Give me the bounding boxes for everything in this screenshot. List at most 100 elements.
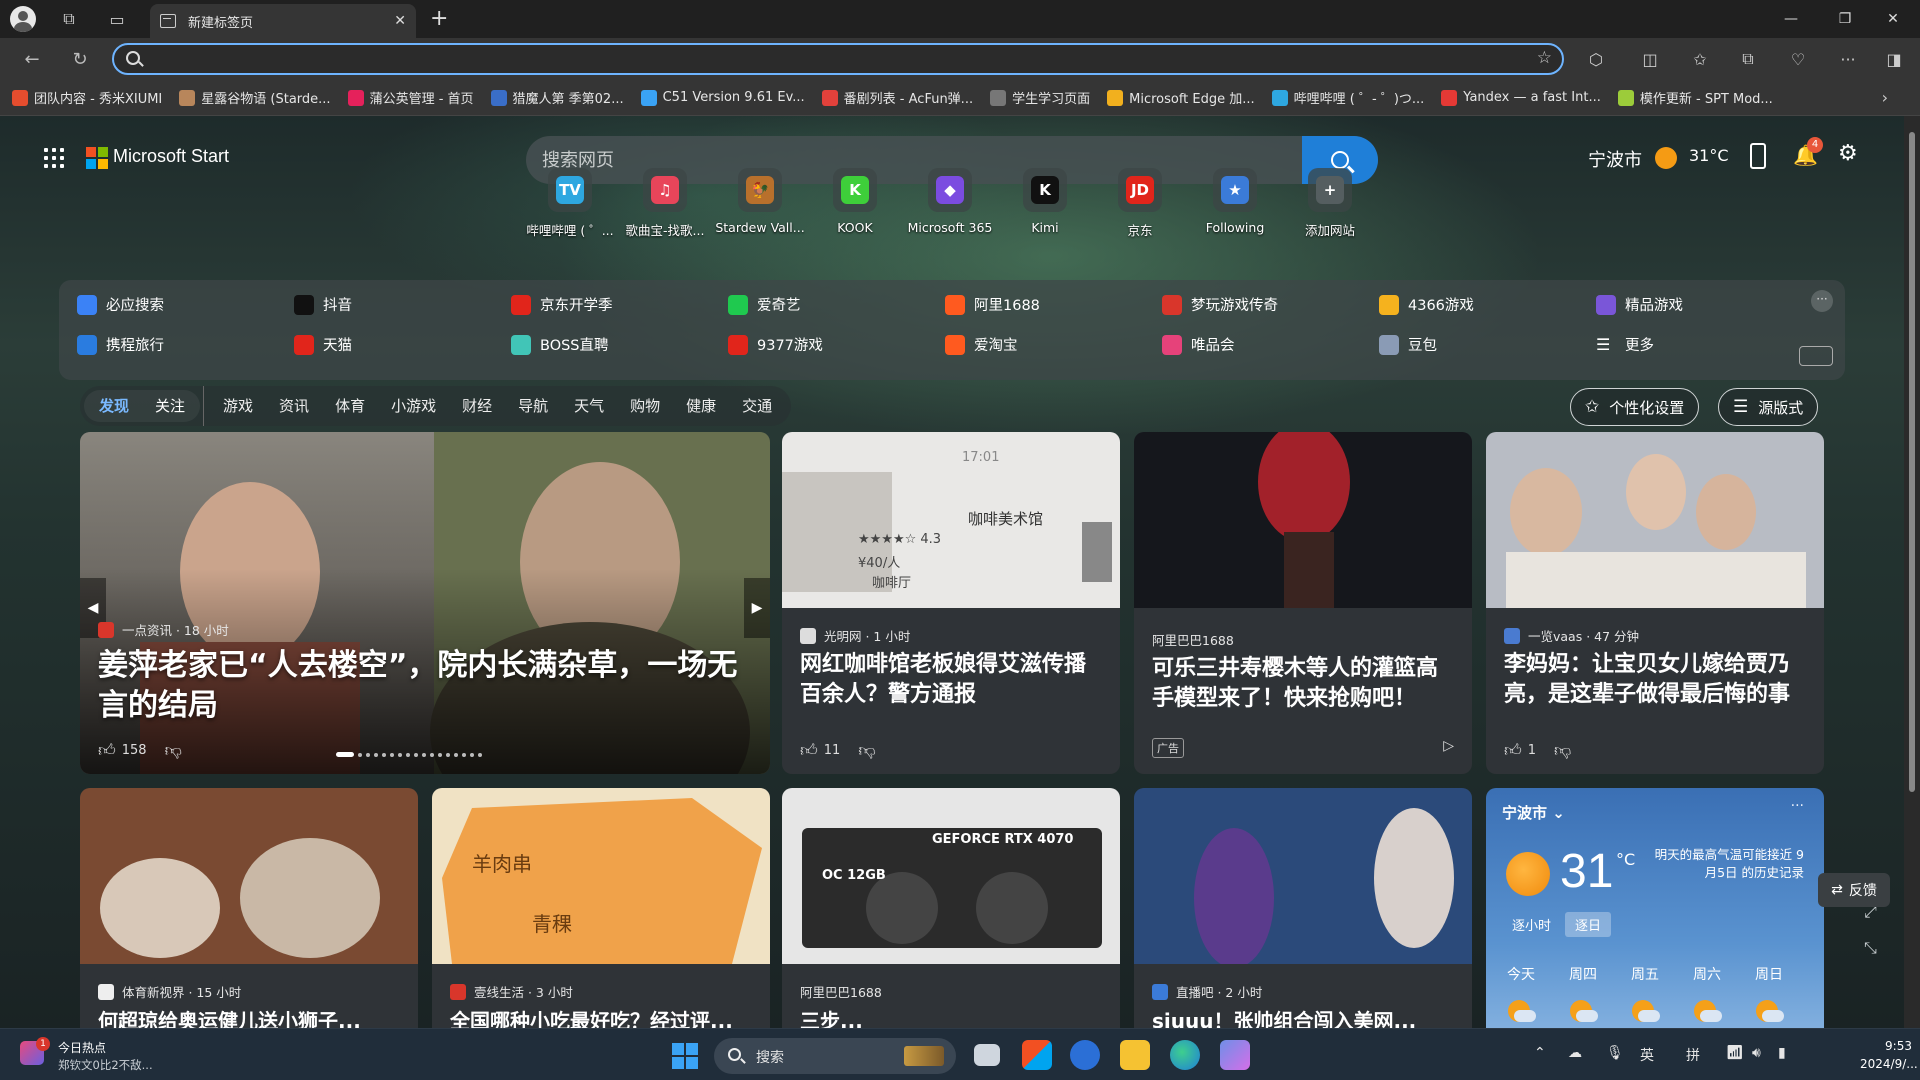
start-windows-icon[interactable] [672, 1043, 698, 1069]
split-screen-icon[interactable]: ◫ [1638, 47, 1662, 71]
tab-actions-icon[interactable]: ▭ [98, 0, 136, 38]
header-city[interactable]: 宁波市 [1588, 146, 1642, 172]
news-widget[interactable]: 1 今日热点 郑钦文0比2不敌... [20, 1037, 220, 1075]
feed-tab[interactable]: 资讯 [266, 386, 322, 426]
thumbs-up-icon[interactable]: 👍︎ [800, 740, 818, 761]
link-panel-item[interactable]: 9377游戏 [728, 334, 823, 355]
link-panel-item[interactable]: 京东开学季 [511, 294, 613, 315]
edge-browser-icon[interactable] [1170, 1040, 1200, 1070]
quick-link-tile[interactable]: 🐓 Stardew Vall... [712, 168, 808, 235]
task-view-icon[interactable] [974, 1044, 1000, 1066]
expand-icon[interactable]: ⤡ [1864, 938, 1877, 958]
feed-tab[interactable]: 天气 [561, 386, 617, 426]
news-card[interactable]: 17:01 咖啡美术馆 ★★★★☆ 4.3 ¥40/人 咖啡厅 光明网 · 1 … [782, 432, 1120, 774]
workspaces-icon[interactable]: ⧉ [50, 0, 88, 38]
profile-avatar-icon[interactable] [10, 6, 36, 32]
layout-button[interactable]: ☰ 源版式 [1718, 388, 1819, 426]
collections-icon[interactable]: ⧉ [1736, 47, 1760, 71]
card-title[interactable]: 网红咖啡馆老板娘得艾滋传播百余人？警方通报 [800, 650, 1102, 710]
personalize-button[interactable]: ✩ 个性化设置 [1570, 388, 1700, 426]
feed-tab[interactable]: 财经 [449, 386, 505, 426]
scrollbar-thumb[interactable] [1909, 132, 1915, 792]
favorite-link[interactable]: 蒲公英管理 - 首页 [347, 88, 474, 107]
favorite-link[interactable]: 哔哩哔哩 ( ゜- ゜)つ... [1271, 88, 1424, 107]
page-scrollbar[interactable] [1904, 116, 1920, 1028]
forecast-day-label[interactable]: 周五 [1618, 964, 1672, 984]
brand-title[interactable]: Microsoft Start [113, 146, 229, 167]
thumbs-down-icon[interactable]: 👎︎ [165, 740, 182, 761]
hero-news-card[interactable]: ◀ ▶ 一点资讯 · 18 小时 姜萍老家已“人去楼空”，院内长满杂草，一场无言… [80, 432, 770, 774]
card-title[interactable]: siuuu！张帅组合闯入美网... [1152, 1006, 1454, 1028]
microsoft-store-icon[interactable] [1022, 1040, 1052, 1070]
news-card[interactable]: 羊肉串 青稞 壹线生活 · 3 小时 全国哪种小吃最好吃？经过评... [432, 788, 770, 1028]
card-title[interactable]: 全国哪种小吃最好吃？经过评... [450, 1006, 752, 1028]
extensions-icon[interactable]: ⬡ [1584, 47, 1608, 71]
back-arrow-icon[interactable]: ← [16, 44, 48, 74]
header-temperature[interactable]: 31°C [1689, 146, 1729, 165]
play-icon[interactable]: ▷ [1443, 738, 1454, 754]
feed-tab[interactable]: 小游戏 [378, 386, 449, 426]
volume-icon[interactable]: 🔊︎ [1752, 1045, 1761, 1061]
link-panel-item[interactable]: 抖音 [294, 294, 352, 315]
quick-link-tile[interactable]: + 添加网站 [1282, 168, 1378, 239]
quick-link-tile[interactable]: ◆ Microsoft 365 [902, 168, 998, 235]
link-panel-item[interactable]: 4366游戏 [1379, 294, 1474, 315]
link-panel-item[interactable]: 梦玩游戏传奇 [1162, 294, 1278, 315]
favorite-link[interactable]: 猎魔人第 季第02... [490, 88, 624, 107]
tab-daily[interactable]: 逐日 [1565, 912, 1612, 937]
file-explorer-icon[interactable] [1120, 1040, 1150, 1070]
link-panel-item[interactable]: 天猫 [294, 334, 352, 355]
close-window-icon[interactable]: ✕ [1866, 0, 1920, 38]
favorites-icon[interactable]: ✩ [1688, 47, 1712, 71]
favorite-link[interactable]: 模作更新 - SPT Mod... [1617, 88, 1773, 107]
minimize-icon[interactable]: — [1764, 0, 1818, 38]
feed-tab[interactable]: 导航 [505, 386, 561, 426]
link-panel-item[interactable]: 精品游戏 [1596, 294, 1683, 315]
refresh-icon[interactable]: ↻ [64, 44, 96, 74]
carousel-next-icon[interactable]: ▶ [744, 578, 770, 638]
card-title[interactable]: 李妈妈：让宝贝女儿嫁给贾乃亮，是这辈子做得最后悔的事 [1504, 650, 1806, 710]
quick-link-tile[interactable]: TV 哔哩哔哩 ( ゜... [522, 168, 618, 239]
link-panel-item[interactable]: 阿里1688 [945, 294, 1040, 315]
link-panel-item[interactable]: 必应搜索 [77, 294, 164, 315]
sunny-weather-icon[interactable] [1655, 147, 1677, 169]
close-tab-icon[interactable]: ✕ [394, 13, 406, 29]
thumbs-up-icon[interactable]: 👍︎ [98, 740, 116, 761]
taskbar-search[interactable]: 搜索 [714, 1038, 956, 1074]
forecast-day-label[interactable]: 周四 [1556, 964, 1610, 984]
quick-link-tile[interactable]: ★ Following [1187, 168, 1283, 235]
forecast-day-label[interactable]: 今天 [1494, 964, 1548, 984]
feed-tab[interactable]: 交通 [729, 386, 785, 426]
link-panel-item[interactable]: 携程旅行 [77, 334, 164, 355]
link-panel-item[interactable]: 唯品会 [1162, 334, 1235, 355]
feed-tab[interactable]: 体育 [322, 386, 378, 426]
weather-city[interactable]: 宁波市 ⌄ [1502, 802, 1565, 823]
battery-icon[interactable]: ▮ [1778, 1045, 1786, 1061]
link-panel-edit-icon[interactable] [1799, 346, 1833, 366]
favorite-link[interactable]: Yandex — a fast Int... [1441, 89, 1601, 106]
link-panel-item[interactable]: 爱奇艺 [728, 294, 801, 315]
weather-card[interactable]: 宁波市 ⌄ ··· 31 °C 明天的最高气温可能接近 9月5日 的历史记录 逐… [1486, 788, 1824, 1028]
feed-tab[interactable]: 健康 [673, 386, 729, 426]
quick-link-tile[interactable]: JD 京东 [1092, 168, 1188, 239]
show-hidden-icons-icon[interactable]: ⌃ [1534, 1045, 1546, 1061]
ad-card[interactable]: GEFORCE RTX 4070 OC 12GB 阿里巴巴1688 三步... [782, 788, 1120, 1028]
quick-link-tile[interactable]: K Kimi [997, 168, 1093, 235]
feed-tab[interactable]: 游戏 [210, 386, 266, 426]
thumbs-down-icon[interactable]: 👎︎ [1554, 740, 1571, 761]
forecast-day-label[interactable]: 周日 [1742, 964, 1796, 984]
favorite-link[interactable]: 番剧列表 - AcFun弹... [821, 88, 973, 107]
news-card[interactable]: 体育新视界 · 15 小时 何超琼给奥运健儿送小狮子... [80, 788, 418, 1028]
link-panel-item[interactable]: BOSS直聘 [511, 334, 609, 355]
favorite-star-icon[interactable]: ☆ [1537, 48, 1552, 68]
settings-gear-icon[interactable]: ⚙ [1838, 141, 1858, 166]
quick-link-tile[interactable]: K KOOK [807, 168, 903, 235]
restore-icon[interactable]: ❐ [1818, 0, 1872, 38]
address-bar[interactable]: ☆ [112, 43, 1564, 75]
thumbs-up-icon[interactable]: 👍︎ [1504, 740, 1522, 761]
card-title[interactable]: 何超琼给奥运健儿送小狮子... [98, 1006, 400, 1028]
card-title[interactable]: 三步... [800, 1006, 1102, 1028]
ad-card[interactable]: 阿里巴巴1688 可乐三井寿樱木等人的灌篮高手模型来了！快来抢购吧！ 广告 ▷ [1134, 432, 1472, 774]
link-panel-item[interactable]: ☰ 更多 [1596, 334, 1654, 355]
system-clock[interactable]: 9:53 2024/9/... [1860, 1037, 1918, 1073]
